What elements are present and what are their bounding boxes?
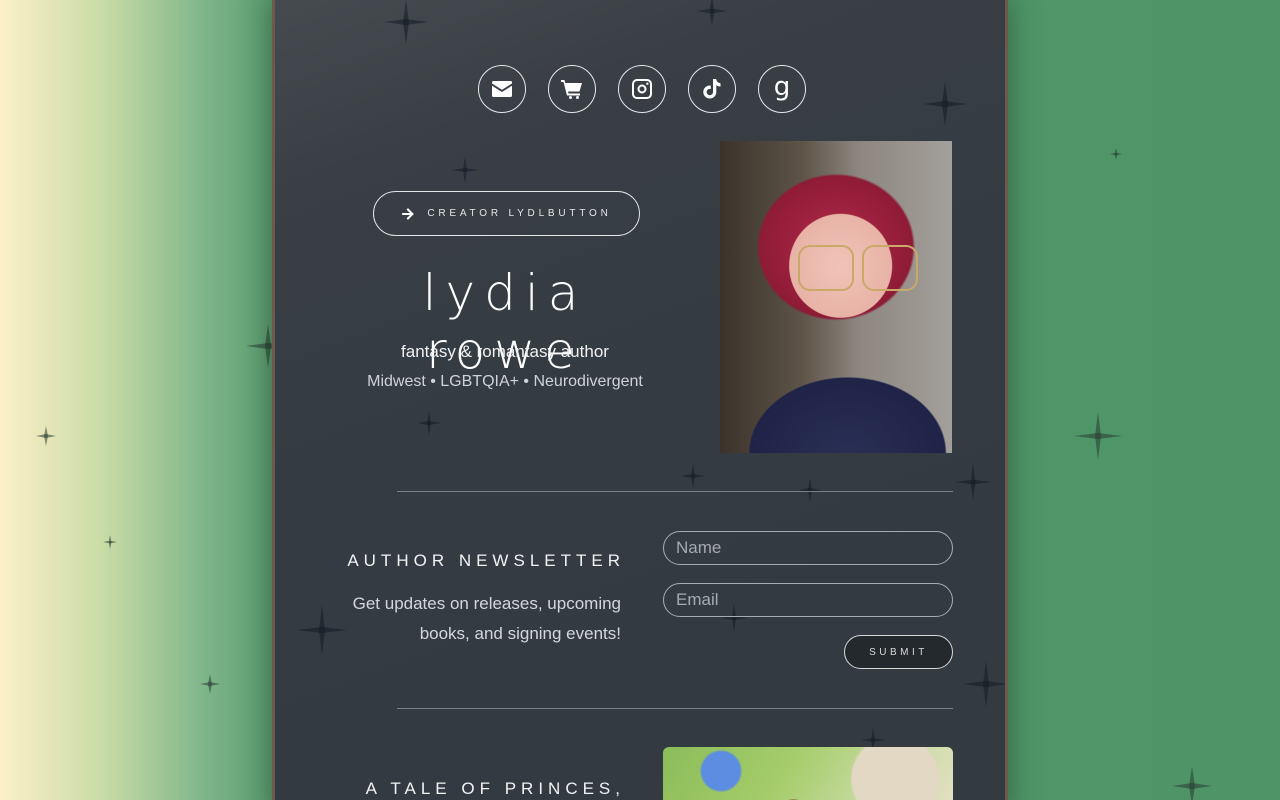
social-links: g	[478, 65, 806, 113]
creator-button[interactable]: CREATOR LYDLBUTTON	[373, 191, 640, 236]
submit-button[interactable]: SUBMIT	[844, 635, 953, 669]
email-link[interactable]	[478, 65, 526, 113]
tiktok-link[interactable]	[688, 65, 736, 113]
book-cover-image[interactable]	[663, 747, 953, 800]
shop-link[interactable]	[548, 65, 596, 113]
profile-card: g CREATOR LYDLBUTTON lydia rowe fantasy …	[272, 0, 1008, 800]
instagram-icon	[632, 79, 652, 99]
goodreads-link[interactable]: g	[758, 65, 806, 113]
shop-cart-icon	[561, 80, 582, 99]
tiktok-icon	[703, 79, 721, 99]
book-section-title: A TALE OF PRINCES,	[365, 779, 625, 798]
author-photo	[720, 141, 952, 453]
arrow-right-icon	[402, 207, 415, 220]
portrait-glasses	[798, 245, 918, 291]
name-input[interactable]	[663, 531, 953, 565]
newsletter-title: AUTHOR NEWSLETTER	[347, 551, 625, 570]
author-name: lydia rowe	[422, 264, 588, 380]
email-input[interactable]	[663, 583, 953, 617]
section-divider	[397, 708, 953, 709]
newsletter-description: Get updates on releases, upcoming books,…	[352, 594, 621, 643]
creator-button-label: CREATOR LYDLBUTTON	[427, 208, 612, 219]
goodreads-icon: g	[773, 72, 791, 102]
author-tagline: fantasy & romantasy author	[401, 342, 609, 361]
section-divider	[397, 491, 953, 492]
author-subline: Midwest • LGBTQIA+ • Neurodivergent	[367, 373, 643, 390]
instagram-link[interactable]	[618, 65, 666, 113]
email-icon	[492, 81, 512, 97]
